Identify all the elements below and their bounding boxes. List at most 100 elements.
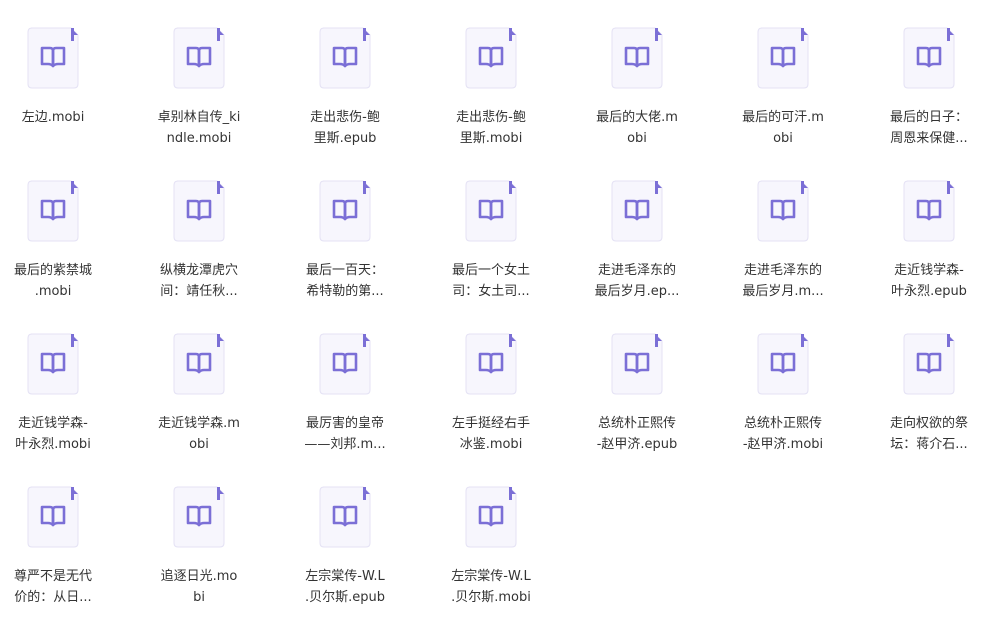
file-item[interactable]: 走出悲伤-鲍 里斯.mobi (426, 27, 556, 167)
file-name-label: 追逐日光.mo bi (134, 566, 264, 608)
file-item[interactable]: 走向权欲的祭 坛：蒋介石... (864, 333, 994, 473)
file-item[interactable]: 追逐日光.mo bi (134, 486, 264, 624)
file-name-line-1: 走出悲伤-鲍 (456, 110, 526, 125)
file-item[interactable]: 总统朴正熙传 -赵甲济.epub (572, 333, 702, 473)
file-name-line-2: 最后岁月.ep... (594, 284, 680, 299)
file-name-line-1: 走近钱学森- (18, 416, 88, 431)
file-item[interactable]: 左宗棠传-W.L .贝尔斯.epub (280, 486, 410, 624)
file-name-label: 走近钱学森- 叶永烈.epub (864, 260, 994, 302)
file-item[interactable]: 走近钱学森- 叶永烈.mobi (0, 333, 118, 473)
file-item[interactable]: 最后的日子： 周恩来保健... (864, 27, 994, 167)
ebook-file-icon (319, 27, 371, 89)
ebook-file-icon (903, 180, 955, 242)
file-name-label: 总统朴正熙传 -赵甲济.epub (572, 413, 702, 455)
ebook-file-icon (757, 27, 809, 89)
file-name-line-1: 最厉害的皇帝 (305, 416, 384, 431)
file-name-line-1: 总统朴正熙传 (743, 416, 822, 431)
file-name-line-2: obi (189, 437, 209, 452)
file-name-line-1: 卓别林自传_ki (157, 110, 241, 125)
file-name-line-2: 叶永烈.epub (891, 284, 967, 299)
file-name-line-1: 尊严不是无代 (13, 569, 92, 584)
file-item[interactable]: 走近钱学森.m obi (134, 333, 264, 473)
file-item[interactable]: 卓别林自传_ki ndle.mobi (134, 27, 264, 167)
file-name-label: 左宗棠传-W.L .贝尔斯.mobi (426, 566, 556, 608)
ebook-file-icon (319, 180, 371, 242)
file-name-label: 走向权欲的祭 坛：蒋介石... (864, 413, 994, 455)
file-item[interactable]: 走出悲伤-鲍 里斯.epub (280, 27, 410, 167)
ebook-file-icon (465, 333, 517, 395)
file-name-label: 走近钱学森- 叶永烈.mobi (0, 413, 118, 455)
file-name-line-2: 间：靖任秋... (160, 284, 238, 299)
file-name-line-1: 最后的可汗.m (742, 110, 824, 125)
file-name-line-1: 最后的紫禁城 (13, 263, 92, 278)
file-name-line-1: 走近钱学森.m (158, 416, 240, 431)
file-name-label: 最后一百天： 希特勒的第... (280, 260, 410, 302)
file-name-line-2: 最后岁月.m... (742, 284, 824, 299)
file-name-line-2: 价的：从日... (14, 590, 92, 605)
file-item[interactable]: 左手挺经右手 冰鉴.mobi (426, 333, 556, 473)
file-item[interactable]: 总统朴正熙传 -赵甲济.mobi (718, 333, 848, 473)
ebook-file-icon (27, 333, 79, 395)
file-name-line-2: .mobi (34, 284, 72, 299)
file-item[interactable]: 左宗棠传-W.L .贝尔斯.mobi (426, 486, 556, 624)
file-name-label: 最后一个女土 司：女土司... (426, 260, 556, 302)
file-name-line-2: -赵甲济.epub (596, 437, 678, 452)
file-item[interactable]: 走进毛泽东的 最后岁月.m... (718, 180, 848, 320)
file-name-line-2: 里斯.epub (313, 131, 377, 146)
file-name-line-1: 走出悲伤-鲍 (310, 110, 380, 125)
file-item[interactable]: 最后的大佬.m obi (572, 27, 702, 167)
file-name-line-2: obi (627, 131, 647, 146)
file-name-line-1: 走进毛泽东的 (743, 263, 822, 278)
ebook-file-icon (903, 27, 955, 89)
file-name-line-2: 叶永烈.mobi (15, 437, 91, 452)
file-name-line-2: 司：女土司... (452, 284, 530, 299)
ebook-file-icon (319, 333, 371, 395)
file-name-line-1: 走向权欲的祭 (889, 416, 968, 431)
file-name-label: 尊严不是无代 价的：从日... (0, 566, 118, 608)
ebook-file-icon (27, 27, 79, 89)
ebook-file-icon (611, 333, 663, 395)
ebook-file-icon (27, 180, 79, 242)
file-item[interactable]: 最后一个女土 司：女土司... (426, 180, 556, 320)
file-name-line-1: 左手挺经右手 (451, 416, 530, 431)
file-name-line-2: -赵甲济.mobi (742, 437, 824, 452)
file-name-line-2: 希特勒的第... (306, 284, 384, 299)
file-name-label: 最后的紫禁城 .mobi (0, 260, 118, 302)
file-item[interactable]: 最后的可汗.m obi (718, 27, 848, 167)
file-item[interactable]: 走进毛泽东的 最后岁月.ep... (572, 180, 702, 320)
ebook-file-icon (27, 486, 79, 548)
ebook-file-icon (903, 333, 955, 395)
file-name-line-2: ndle.mobi (166, 131, 232, 146)
file-name-label: 走进毛泽东的 最后岁月.m... (718, 260, 848, 302)
file-name-label: 走近钱学森.m obi (134, 413, 264, 455)
file-name-label: 最后的可汗.m obi (718, 107, 848, 149)
file-name-line-2: 冰鉴.mobi (459, 437, 523, 452)
file-name-line-2: bi (193, 590, 205, 605)
ebook-file-icon (757, 333, 809, 395)
file-name-line-1: 追逐日光.mo (160, 569, 238, 584)
ebook-file-icon (465, 27, 517, 89)
file-name-line-1: 左宗棠传-W.L (451, 569, 531, 584)
file-name-label: 最厉害的皇帝 ——刘邦.m... (280, 413, 410, 455)
file-item[interactable]: 最后的紫禁城 .mobi (0, 180, 118, 320)
ebook-file-icon (319, 486, 371, 548)
file-name-line-1: 最后一个女土 (451, 263, 530, 278)
file-name-line-2: ——刘邦.m... (304, 437, 386, 452)
file-name-line-1: 走进毛泽东的 (597, 263, 676, 278)
file-grid: 左边.mobi 卓别林自传_ki ndle.mobi 走出悲伤-鲍 里斯.epub 走出悲… (0, 0, 994, 624)
file-item[interactable]: 最后一百天： 希特勒的第... (280, 180, 410, 320)
ebook-file-icon (173, 486, 225, 548)
file-item[interactable]: 最厉害的皇帝 ——刘邦.m... (280, 333, 410, 473)
file-name-line-1: 纵横龙潭虎穴 (159, 263, 238, 278)
file-name-label: 左宗棠传-W.L .贝尔斯.epub (280, 566, 410, 608)
file-name-line-1: 最后一百天： (305, 263, 384, 278)
file-item[interactable]: 纵横龙潭虎穴 间：靖任秋... (134, 180, 264, 320)
file-name-label: 卓别林自传_ki ndle.mobi (134, 107, 264, 149)
file-name-label: 最后的日子： 周恩来保健... (864, 107, 994, 149)
file-name-label: 最后的大佬.m obi (572, 107, 702, 149)
file-name-line-2: obi (773, 131, 793, 146)
file-item[interactable]: 左边.mobi (0, 27, 118, 167)
file-item[interactable]: 走近钱学森- 叶永烈.epub (864, 180, 994, 320)
file-item[interactable]: 尊严不是无代 价的：从日... (0, 486, 118, 624)
ebook-file-icon (611, 27, 663, 89)
